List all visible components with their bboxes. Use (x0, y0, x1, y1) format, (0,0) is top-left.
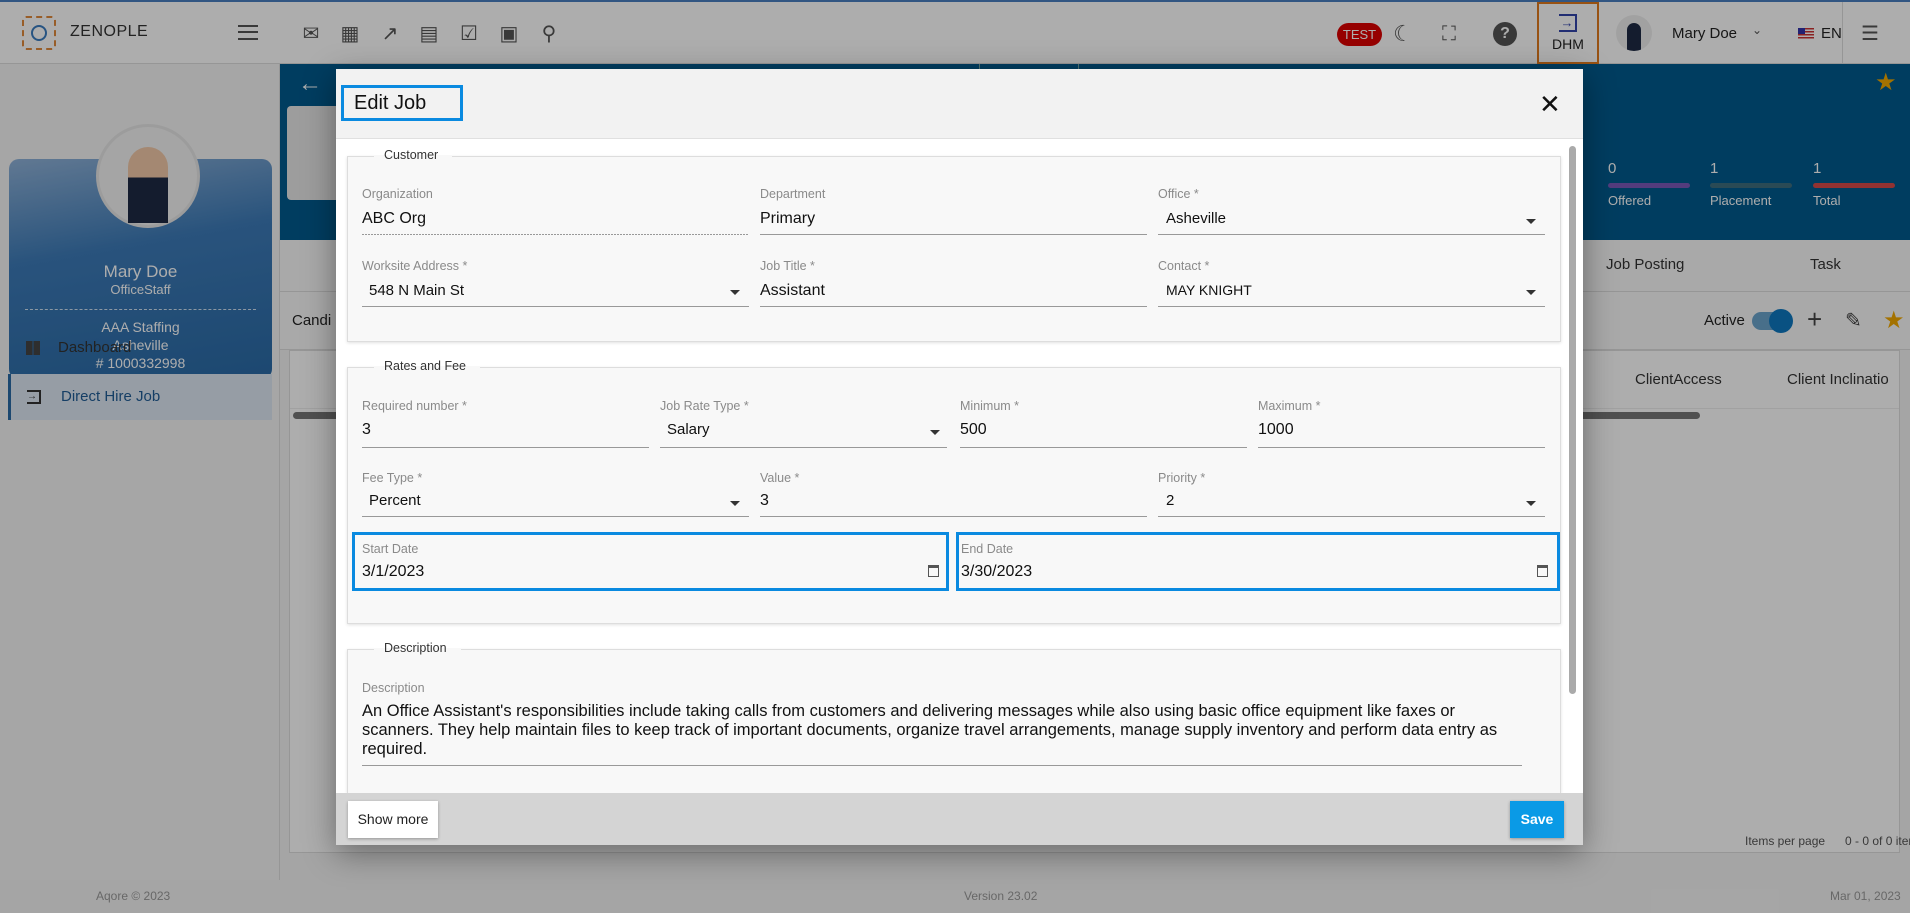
job-rate-type-label: Job Rate Type * (660, 399, 749, 413)
underline (362, 234, 749, 235)
fee-type-select[interactable]: Percent (369, 492, 421, 509)
department-field[interactable]: Primary (760, 210, 815, 228)
show-more-button[interactable]: Show more (348, 801, 438, 838)
required-number-label: Required number * (362, 399, 467, 413)
underline (960, 447, 1247, 448)
start-date-value[interactable]: 3/1/2023 (362, 563, 424, 581)
customer-section: Customer (347, 148, 1561, 342)
underline (362, 447, 649, 448)
underline (1158, 516, 1545, 517)
section-legend: Rates and Fee (374, 359, 480, 373)
maximum-field[interactable]: 1000 (1258, 421, 1294, 439)
dialog-header: Edit Job ✕ (336, 69, 1583, 139)
description-textarea[interactable]: An Office Assistant's responsibilities i… (362, 702, 1512, 759)
section-legend: Customer (374, 148, 453, 162)
minimum-label: Minimum * (960, 399, 1020, 413)
job-title-label: Job Title * (760, 259, 815, 273)
dialog-title: Edit Job (341, 85, 463, 121)
fee-type-label: Fee Type * (362, 471, 423, 485)
value-field[interactable]: 3 (760, 492, 769, 510)
minimum-field[interactable]: 500 (960, 421, 987, 439)
dropdown-caret-icon[interactable] (930, 430, 940, 435)
job-title-field[interactable]: Assistant (760, 282, 825, 300)
underline (1258, 447, 1545, 448)
worksite-select[interactable]: 548 N Main St (369, 282, 464, 299)
organization-label: Organization (362, 187, 433, 201)
close-icon[interactable]: ✕ (1539, 89, 1561, 120)
calendar-icon[interactable] (1537, 565, 1548, 577)
underline (362, 516, 749, 517)
end-date-field[interactable]: End Date 3/30/2023 (956, 532, 1560, 591)
required-number-field[interactable]: 3 (362, 421, 371, 439)
section-legend: Description (374, 641, 461, 655)
underline (660, 447, 947, 448)
worksite-label: Worksite Address * (362, 259, 468, 273)
start-date-label: Start Date (362, 542, 419, 556)
contact-label: Contact * (1158, 259, 1210, 273)
edit-job-dialog: Edit Job ✕ Customer Organization ABC Org… (336, 69, 1583, 845)
contact-select[interactable]: MAY KNIGHT (1166, 282, 1252, 298)
underline (760, 516, 1147, 517)
dropdown-caret-icon[interactable] (1526, 290, 1536, 295)
underline (1158, 306, 1545, 307)
start-date-field[interactable]: Start Date 3/1/2023 (352, 532, 949, 591)
organization-field[interactable]: ABC Org (362, 210, 426, 228)
dialog-footer: Show more Save (336, 793, 1583, 845)
end-date-value[interactable]: 3/30/2023 (961, 563, 1032, 581)
dropdown-caret-icon[interactable] (1526, 501, 1536, 506)
save-button[interactable]: Save (1510, 801, 1564, 838)
underline (362, 306, 749, 307)
job-rate-type-select[interactable]: Salary (667, 421, 710, 438)
value-label: Value * (760, 471, 800, 485)
office-select[interactable]: Asheville (1166, 210, 1226, 227)
vertical-scrollbar[interactable] (1569, 146, 1576, 694)
department-label: Department (760, 187, 826, 201)
end-date-label: End Date (961, 542, 1014, 556)
maximum-label: Maximum * (1258, 399, 1321, 413)
office-label: Office * (1158, 187, 1199, 201)
dropdown-caret-icon[interactable] (730, 501, 740, 506)
dropdown-caret-icon[interactable] (1526, 219, 1536, 224)
calendar-icon[interactable] (928, 565, 939, 577)
description-label: Description (362, 681, 425, 695)
underline (760, 234, 1147, 235)
priority-label: Priority * (1158, 471, 1206, 485)
underline (362, 765, 1522, 766)
dropdown-caret-icon[interactable] (730, 290, 740, 295)
underline (1158, 234, 1545, 235)
priority-select[interactable]: 2 (1166, 492, 1174, 509)
underline (760, 306, 1147, 307)
